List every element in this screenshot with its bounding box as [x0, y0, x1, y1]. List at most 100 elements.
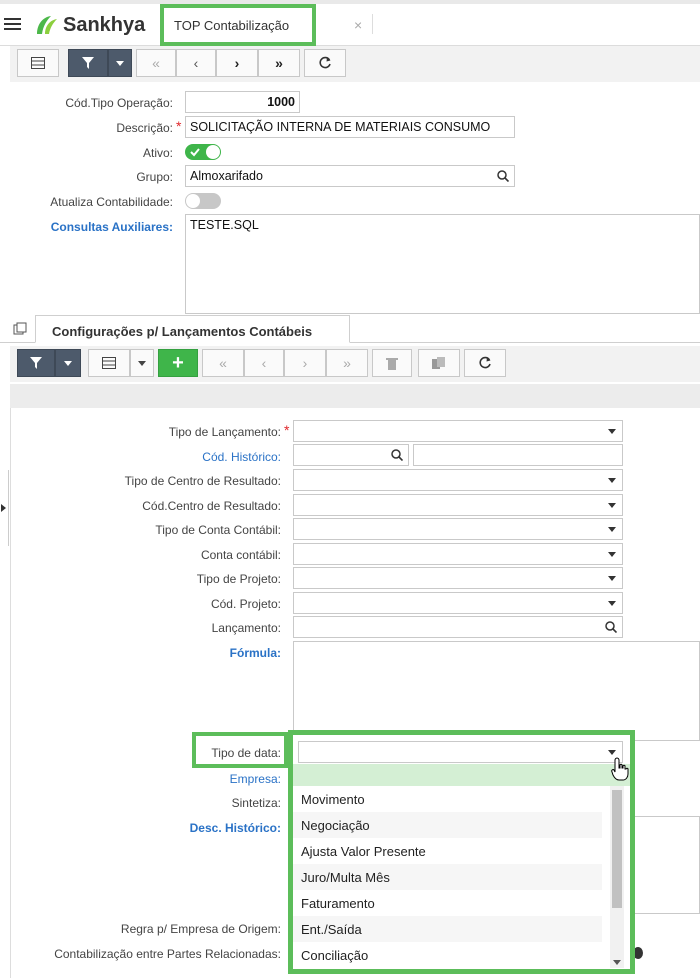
chevron-down-icon	[608, 601, 616, 606]
next-record-button[interactable]: ›	[216, 49, 258, 77]
tipo-lancamento-select[interactable]	[293, 420, 623, 442]
detail-filter-button[interactable]	[17, 349, 55, 377]
dropdown-option[interactable]: Juro/Multa Mês	[293, 864, 602, 890]
previous-record-button[interactable]: ‹	[176, 49, 216, 77]
grid-view-button[interactable]	[17, 49, 59, 77]
dropdown-option[interactable]: Negociação	[293, 812, 602, 838]
content-border	[10, 408, 11, 978]
dropdown-option[interactable]: Movimento	[293, 786, 602, 812]
caret-down-icon	[138, 360, 146, 366]
tab-top-contabilizacao[interactable]: TOP Contabilização	[160, 4, 316, 46]
cod-tipo-label: Cód.Tipo Operação:	[65, 96, 173, 110]
detail-prev-button[interactable]: ‹	[244, 349, 284, 377]
double-chevron-left-icon: «	[152, 55, 160, 71]
lancamento-field[interactable]	[293, 616, 623, 638]
first-record-button[interactable]: «	[136, 49, 176, 77]
dropdown-option[interactable]: Conciliação	[293, 942, 602, 968]
scroll-down-icon[interactable]	[613, 960, 621, 965]
required-asterisk: *	[176, 118, 182, 134]
conta-contabil-select[interactable]	[293, 543, 623, 565]
hamburger-menu-icon[interactable]	[4, 18, 21, 31]
hand-cursor-icon	[611, 757, 629, 781]
filter-button[interactable]	[68, 49, 108, 77]
chevron-down-icon	[608, 503, 616, 508]
search-icon[interactable]	[497, 170, 509, 182]
expand-arrow-icon	[1, 504, 6, 512]
tab-separator	[372, 14, 373, 34]
cod-historico-field[interactable]	[293, 444, 409, 466]
search-icon[interactable]	[605, 621, 617, 633]
caret-down-icon	[116, 60, 124, 66]
toggle-knob	[206, 145, 220, 159]
dropdown-scrollbar[interactable]	[610, 786, 624, 968]
double-chevron-right-icon: »	[343, 355, 351, 371]
refresh-button[interactable]	[304, 49, 346, 77]
refresh-icon	[479, 356, 491, 369]
lancamento-label: Lançamento:	[211, 621, 281, 635]
caret-down-icon	[64, 360, 72, 366]
search-icon[interactable]	[391, 449, 403, 461]
dropdown-option[interactable]: Ent./Saída	[293, 916, 602, 942]
filter-icon	[30, 357, 42, 369]
cod-centro-select[interactable]	[293, 494, 623, 516]
cod-historico-label[interactable]: Cód. Histórico:	[20, 450, 281, 464]
chevron-down-icon	[608, 527, 616, 532]
chevron-down-icon	[608, 478, 616, 483]
side-panel-handle[interactable]	[0, 470, 9, 546]
dropdown-option[interactable]: Faturamento	[293, 890, 602, 916]
conta-contabil-label: Conta contábil:	[200, 548, 281, 562]
detail-refresh-button[interactable]	[464, 349, 506, 377]
detail-next-button[interactable]: ›	[284, 349, 326, 377]
desc-historico-label[interactable]: Desc. Histórico:	[20, 821, 281, 835]
descricao-field[interactable]: SOLICITAÇÃO INTERNA DE MATERIAIS CONSUMO	[185, 116, 515, 138]
descricao-label: Descrição:	[116, 121, 173, 135]
cod-tipo-field[interactable]: 1000	[185, 91, 300, 113]
tipo-conta-select[interactable]	[293, 518, 623, 540]
refresh-icon	[319, 56, 331, 69]
filter-icon	[82, 57, 94, 69]
grid-icon	[31, 57, 45, 69]
formula-label[interactable]: Fórmula:	[20, 646, 281, 660]
copy-window-icon[interactable]	[13, 322, 27, 336]
ativo-toggle[interactable]	[185, 144, 221, 160]
dropdown-option[interactable]: Ajusta Valor Presente	[293, 838, 602, 864]
tipo-projeto-label: Tipo de Projeto:	[196, 572, 281, 586]
chevron-right-icon: ›	[302, 355, 308, 371]
detail-grid-dropdown[interactable]	[130, 349, 154, 377]
last-record-button[interactable]: »	[258, 49, 300, 77]
consultas-textarea[interactable]: TESTE.SQL	[185, 214, 700, 314]
detail-grid-button[interactable]	[88, 349, 130, 377]
chevron-down-icon	[608, 750, 616, 755]
add-button[interactable]: +	[158, 349, 198, 377]
cod-projeto-select[interactable]	[293, 592, 623, 614]
brand-name: Sankhya	[63, 13, 146, 36]
consultas-label[interactable]: Consultas Auxiliares:	[20, 220, 173, 234]
detail-first-button[interactable]: «	[202, 349, 244, 377]
empresa-label[interactable]: Empresa:	[20, 772, 281, 786]
filter-dropdown-button[interactable]	[108, 49, 132, 77]
scrollbar-thumb[interactable]	[612, 790, 622, 908]
chevron-left-icon: ‹	[261, 355, 267, 371]
detail-toolbar: + « ‹ › »	[10, 346, 700, 382]
delete-button[interactable]	[372, 349, 412, 377]
tipo-conta-label: Tipo de Conta Contábil:	[155, 523, 281, 537]
duplicate-button[interactable]	[418, 349, 460, 377]
detail-last-button[interactable]: »	[326, 349, 368, 377]
chevron-down-icon	[608, 429, 616, 434]
tipo-centro-select[interactable]	[293, 469, 623, 491]
plus-icon: +	[172, 351, 184, 374]
tab-close-icon[interactable]: ×	[354, 17, 362, 33]
grupo-label: Grupo:	[136, 170, 173, 184]
empty-option-selected[interactable]	[293, 764, 630, 786]
tipo-projeto-select[interactable]	[293, 567, 623, 589]
grupo-field[interactable]: Almoxarifado	[185, 165, 515, 187]
formula-textarea[interactable]	[293, 641, 700, 741]
tab-configuracoes[interactable]: Configurações p/ Lançamentos Contábeis	[35, 315, 350, 343]
desc-historico-textarea[interactable]	[624, 816, 700, 914]
atualiza-toggle[interactable]	[185, 193, 221, 209]
historico-description-field[interactable]	[413, 444, 623, 466]
detail-filter-dropdown[interactable]	[55, 349, 81, 377]
double-chevron-left-icon: «	[219, 355, 227, 371]
tipo-data-label: Tipo de data:	[211, 746, 281, 760]
tipo-data-select[interactable]	[298, 741, 623, 763]
